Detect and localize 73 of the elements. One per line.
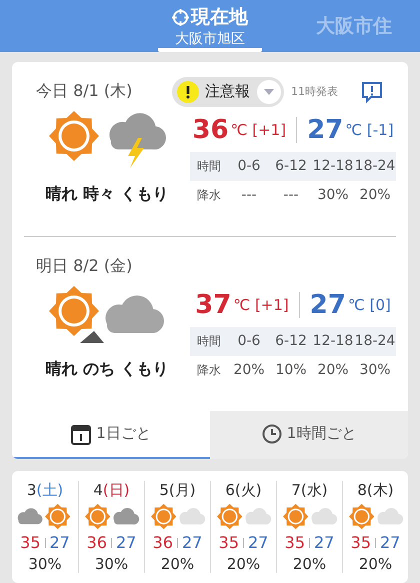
sun-cloud-icon: [348, 503, 404, 530]
table-cell-text: 時間: [196, 158, 222, 175]
cloud-sun-icon: [17, 503, 73, 530]
rain-chance: 20%: [292, 555, 326, 573]
high-temperature: 37: [195, 290, 232, 320]
dropdown-icon: [256, 78, 282, 105]
low-temperature: 27: [314, 533, 334, 552]
table-cell-text: 時間: [196, 332, 222, 350]
table-cell-text: 降水: [196, 186, 222, 204]
high-temperature: 35: [218, 533, 239, 552]
table-cell-text: 30%: [358, 362, 392, 378]
rain-chance: 30%: [28, 555, 62, 573]
table-cell-text: 20%: [358, 187, 392, 204]
table-cell-text: ---: [282, 187, 300, 204]
table-cell: 12-18: [312, 158, 354, 174]
sun-cloud-icon: [84, 503, 140, 530]
table-cell-text: 降水: [196, 362, 222, 379]
issued-time: 11時発表: [291, 84, 338, 100]
table-cell-text: 6-12: [274, 333, 308, 350]
low-temperature: 27: [50, 533, 70, 552]
high-temperature: 36: [152, 533, 173, 552]
day-date: 今日 8/1 (木): [35, 81, 134, 102]
week-day: 7(水): [291, 481, 328, 500]
table-cell-text: 6-12: [274, 158, 308, 174]
rain-chance: 20%: [226, 555, 260, 573]
week-day: 8(木): [357, 481, 394, 500]
low-temperature: 27: [182, 533, 202, 552]
low-temperature: 27: [380, 533, 400, 552]
low-temperature: 27: [248, 533, 268, 552]
sun-then-cloud-icon: [48, 284, 166, 345]
rain-chance: 30%: [94, 555, 128, 573]
warning-icon: [177, 80, 199, 103]
high-temperature: 36: [86, 533, 107, 552]
day-date: 明日 8/2 (金): [35, 256, 134, 278]
table-cell-text: ---: [240, 187, 258, 204]
high-temperature: 35: [350, 533, 371, 552]
week-day: 4(日): [93, 481, 130, 500]
warning-button[interactable]: 注意報: [172, 76, 284, 107]
high-difference: ℃ [+1]: [233, 296, 289, 314]
rain-chance: 20%: [160, 555, 194, 573]
low-temperature: 27: [307, 114, 344, 145]
weather-description: 晴れ のち くもり: [45, 358, 169, 380]
low-difference: ℃ [-1]: [345, 120, 394, 139]
low-temperature: 27: [310, 290, 346, 320]
table-cell-text: 10%: [274, 362, 308, 378]
table-cell: 18-24: [354, 158, 396, 174]
view-tab[interactable]: 1時間ごと: [210, 410, 408, 459]
high-difference: ℃ [+1]: [230, 120, 286, 139]
table-cell: 12-18: [312, 333, 354, 350]
week-day: 6(火): [225, 481, 262, 500]
comment-icon[interactable]: [360, 80, 384, 104]
calendar-icon: [71, 422, 92, 445]
table-cell-text: 0-6: [236, 333, 262, 350]
table-cell: 18-24: [354, 333, 396, 350]
sun-cloud-icon: [282, 503, 338, 530]
sun-cloud-icon: [216, 503, 272, 530]
low-difference: ℃ [0]: [348, 296, 391, 314]
high-temperature: 35: [284, 533, 305, 552]
table-cell-text: 30%: [316, 187, 350, 204]
weather-description: 晴れ 時々 くもり: [45, 184, 169, 205]
week-day: 3(土): [26, 481, 64, 500]
low-temperature: 27: [116, 533, 136, 552]
rain-chance: 20%: [358, 555, 392, 573]
table-cell-text: 20%: [232, 362, 266, 378]
week-day: 5(月): [159, 481, 196, 500]
clock-icon: [262, 424, 282, 444]
locate-icon: [172, 8, 189, 26]
sun-cloud-icon: [150, 503, 206, 530]
high-temperature: 36: [192, 114, 229, 145]
table-cell-text: 20%: [316, 362, 350, 378]
high-temperature: 35: [20, 533, 40, 552]
sun-thunderstorm-icon: [48, 110, 166, 170]
table-cell-text: 0-6: [236, 158, 262, 174]
